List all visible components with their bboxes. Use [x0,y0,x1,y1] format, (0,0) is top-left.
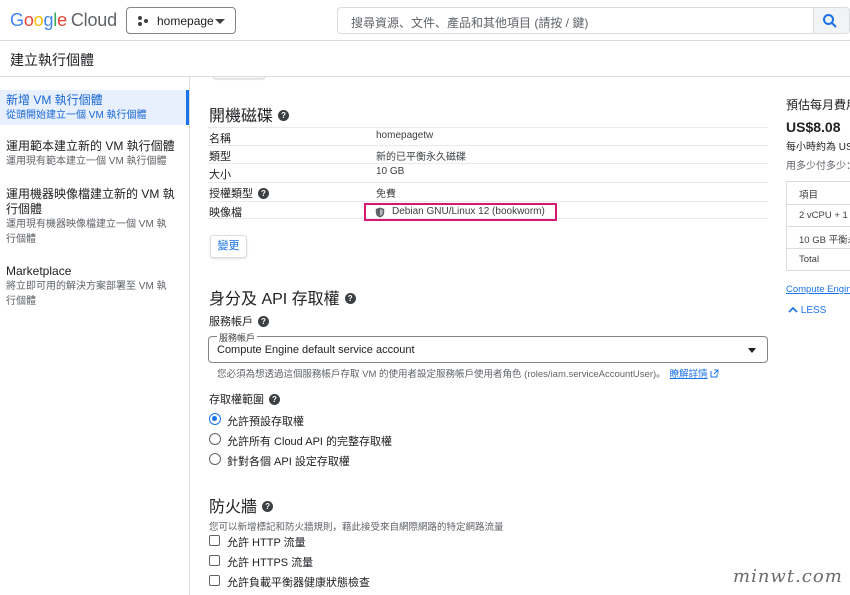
table-row: 10 GB 平衡永 [787,226,850,248]
caret-down-icon [748,348,756,353]
external-link-icon [710,369,719,378]
help-icon[interactable]: ? [258,187,269,199]
image-highlight-box: Debian GNU/Linux 12 (bookworm) [364,203,557,221]
allow-lb-health-checkbox[interactable] [209,575,220,586]
help-icon[interactable]: ? [278,110,290,122]
estimate-price: US$8.08 [786,119,841,135]
boot-disk-title: 開機磁碟? [209,102,290,126]
page-header: 建立執行個體 [0,41,850,77]
firewall-title: 防火牆? [209,493,274,517]
estimate-pay-as-you-go: 用多少付多少： [786,161,850,172]
less-button[interactable]: LESS [788,305,826,316]
search-icon [823,14,837,28]
image-value: Debian GNU/Linux 12 (bookworm) [392,206,545,217]
table-row: 2 vCPU + 1 [787,204,850,226]
scope-per-api-label: 針對各個 API 設定存取權 [227,456,350,468]
boot-disk-row-license: 授權類型? 免費 [208,182,768,200]
project-name: homepage [157,14,214,28]
service-account-helper-text: 您必須為想透過這個服務帳戶存取 VM 的使用者設定服務帳戶使用者角色 (role… [217,366,719,380]
google-cloud-logo[interactable]: Google Cloud [10,10,117,31]
shield-icon [375,207,385,218]
service-account-select[interactable]: 服務帳戶 Compute Engine default service acco… [208,331,768,363]
sidebar-item-from-template[interactable]: 運用範本建立新的 VM 執行個體 運用現有範本建立一個 VM 執行個體 [0,139,189,171]
allow-lb-health-label: 允許負載平衡器健康狀態檢查 [227,577,370,589]
main-form: 開機磁碟? 名稱 homepagetw 類型 新的已平衡永久磁碟 大小 10 G… [190,77,780,595]
help-icon[interactable]: ? [262,501,274,513]
estimate-title: 預估每月費用 [786,98,850,112]
help-icon[interactable]: ? [344,293,356,305]
caret-down-icon [215,19,225,24]
help-icon[interactable]: ? [258,315,269,327]
help-icon[interactable]: ? [269,393,280,405]
search-placeholder: 搜尋資源、文件、產品和其他項目 (請按 / 鍵) [351,16,589,30]
learn-more-link[interactable]: 瞭解詳情 [670,369,708,380]
service-account-label: 服務帳戶? [209,313,269,329]
boot-disk-row-type: 類型 新的已平衡永久磁碟 [208,145,768,163]
scope-default-label: 允許預設存取權 [227,416,304,428]
scope-default-radio[interactable] [209,413,221,425]
scope-full-label: 允許所有 Cloud API 的完整存取權 [227,436,393,448]
allow-http-checkbox[interactable] [209,535,220,546]
access-scope-label: 存取權範圍? [209,391,280,407]
compute-engine-link[interactable]: Compute Engine [786,284,850,295]
scope-per-api-radio[interactable] [209,453,221,465]
search-button[interactable] [814,7,850,34]
previous-section-button[interactable] [212,77,266,79]
estimate-table: 項目 2 vCPU + 1 10 GB 平衡永 Total [786,181,850,271]
table-row: Total [787,248,850,270]
sidebar-item-marketplace[interactable]: Marketplace 將立即可用的解決方案部署至 VM 執 行個體 [0,264,189,312]
change-boot-disk-button[interactable]: 變更 [210,235,247,258]
top-app-bar: Google Cloud homepage 搜尋資源、文件、產品和其他項目 (請按… [0,0,850,41]
scope-full-radio[interactable] [209,433,221,445]
allow-https-checkbox[interactable] [209,555,220,566]
search-input[interactable]: 搜尋資源、文件、產品和其他項目 (請按 / 鍵) [337,7,814,34]
boot-disk-row-name: 名稱 homepagetw [208,127,768,145]
boot-disk-row-size: 大小 10 GB [208,163,768,181]
project-dots-icon [138,16,148,26]
project-selector-button[interactable]: homepage [126,7,236,34]
estimate-hourly: 每小時約為 US [786,142,850,153]
allow-http-label: 允許 HTTP 流量 [227,537,306,549]
sidebar-item-new-vm[interactable]: 新增 VM 執行個體 從頭開始建立一個 VM 執行個體 [0,90,189,125]
chevron-up-icon [788,306,798,313]
create-options-sidebar: 新增 VM 執行個體 從頭開始建立一個 VM 執行個體 運用範本建立新的 VM … [0,77,190,595]
watermark: minwt.com [733,566,843,587]
table-row: 項目 [799,190,819,201]
sidebar-item-from-machine-image[interactable]: 運用機器映像檔建立新的 VM 執 行個體 運用現有機器映像檔建立一個 VM 執 … [0,187,189,249]
page-title: 建立執行個體 [10,52,94,68]
allow-https-label: 允許 HTTPS 流量 [227,557,314,569]
firewall-description: 您可以新增標記和防火牆規則，藉此接受來自網際網路的特定網路流量 [209,522,504,533]
cost-estimate-panel: 預估每月費用 US$8.08 每小時約為 US 用多少付多少： 項目 2 vCP… [780,77,850,595]
identity-api-title: 身分及 API 存取權? [209,285,356,309]
